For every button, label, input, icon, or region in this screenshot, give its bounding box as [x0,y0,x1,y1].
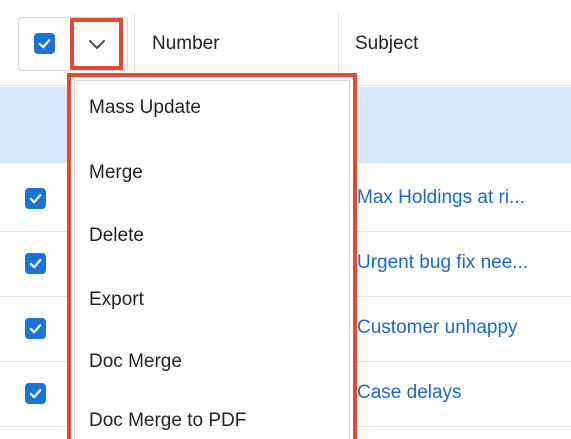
menu-item-doc-merge[interactable]: Doc Merge [89,351,182,373]
menu-item-merge[interactable]: Merge [89,162,143,184]
subject-link[interactable]: Max Holdings at ri... [357,187,525,209]
row-checkbox[interactable] [25,318,46,339]
chevron-down-icon [88,39,105,50]
mass-actions-dropdown-button[interactable] [70,18,123,70]
mass-actions-menu-list: Mass Update Merge Delete Export Doc Merg… [74,80,350,439]
subject-link[interactable]: Case delays [357,382,462,404]
menu-item-delete[interactable]: Delete [89,225,144,247]
column-divider [338,14,339,80]
row-checkbox[interactable] [25,383,46,404]
checkmark-icon [29,194,42,204]
mass-actions-menu: Mass Update Merge Delete Export Doc Merg… [67,73,357,439]
record-list-view: Number Subject Max Holdings at ri... Urg… [0,0,571,439]
menu-item-mass-update[interactable]: Mass Update [89,97,201,119]
checkmark-icon [29,324,42,334]
subject-link[interactable]: Urgent bug fix nee... [357,252,528,274]
menu-item-doc-merge-to-pdf[interactable]: Doc Merge to PDF [89,410,246,432]
menu-item-export[interactable]: Export [89,289,144,311]
column-header-subject[interactable]: Subject [355,33,418,55]
row-checkbox[interactable] [25,188,46,209]
checkmark-icon [38,39,51,49]
subject-link[interactable]: Customer unhappy [357,317,518,339]
row-checkbox[interactable] [25,253,46,274]
checkmark-icon [29,259,42,269]
select-all-checkbox[interactable] [34,33,55,54]
checkmark-icon [29,389,42,399]
column-divider [134,14,135,80]
column-header-number[interactable]: Number [152,33,220,55]
